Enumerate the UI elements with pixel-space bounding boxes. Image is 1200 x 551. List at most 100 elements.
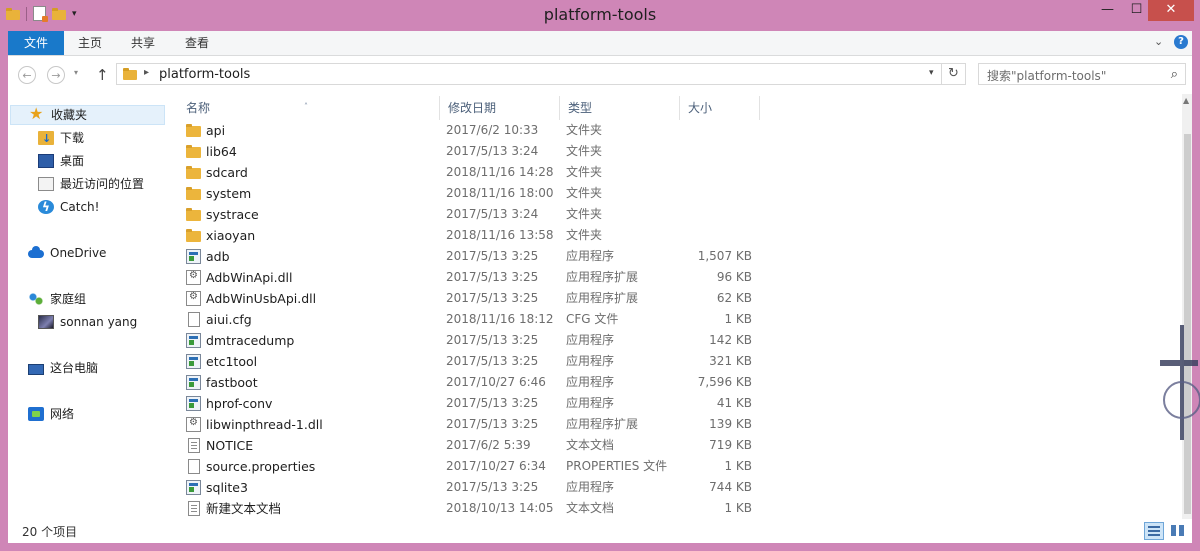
file-name: api: [206, 123, 226, 138]
dll-icon: [186, 291, 201, 306]
nav-item-label: 下载: [60, 131, 85, 145]
exe-icon: [186, 375, 201, 390]
file-row[interactable]: lib64 2017/5/13 3:24 文件夹: [178, 141, 768, 162]
file-row[interactable]: fastboot 2017/10/27 6:46 应用程序 7,596 KB: [178, 372, 768, 393]
tab-home[interactable]: 主页: [64, 31, 116, 55]
file-size: 1 KB: [724, 459, 752, 473]
back-button[interactable]: ←: [18, 66, 36, 84]
file-row[interactable]: sdcard 2018/11/16 14:28 文件夹: [178, 162, 768, 183]
file-date: 2018/11/16 18:00: [446, 186, 554, 200]
file-row[interactable]: systrace 2017/5/13 3:24 文件夹: [178, 204, 768, 225]
file-type: 文件夹: [566, 144, 603, 158]
file-row[interactable]: etc1tool 2017/5/13 3:25 应用程序 321 KB: [178, 351, 768, 372]
this-pc-icon: [28, 363, 44, 375]
file-row[interactable]: system 2018/11/16 18:00 文件夹: [178, 183, 768, 204]
file-name: AdbWinUsbApi.dll: [206, 291, 317, 306]
file-row[interactable]: sqlite3 2017/5/13 3:25 应用程序 744 KB: [178, 477, 768, 498]
address-history-icon[interactable]: ▾: [929, 68, 934, 78]
file-date: 2017/5/13 3:25: [446, 354, 539, 368]
scroll-up-icon[interactable]: ▲: [1183, 96, 1189, 105]
user-avatar-icon: [38, 315, 54, 329]
file-type: 文本文档: [566, 438, 615, 452]
file-row[interactable]: AdbWinUsbApi.dll 2017/5/13 3:25 应用程序扩展 62 K…: [178, 288, 768, 309]
nav-item-recent-places[interactable]: 最近访问的位置: [38, 174, 144, 194]
file-row[interactable]: 新建文本文档 2018/10/13 14:05 文本文档 1 KB: [178, 498, 768, 519]
file-name: libwinpthread-1.dll: [206, 417, 323, 432]
desktop-icon: [38, 154, 54, 168]
close-button[interactable]: ✕: [1148, 0, 1194, 21]
star-icon: [29, 104, 45, 124]
maximize-button[interactable]: ☐: [1123, 0, 1150, 21]
up-button[interactable]: ↑: [96, 66, 109, 84]
file-row[interactable]: adb 2017/5/13 3:25 应用程序 1,507 KB: [178, 246, 768, 267]
column-header-name[interactable]: 名称 ˄: [178, 96, 440, 120]
minimize-button[interactable]: —: [1094, 0, 1121, 21]
file-name: aiui.cfg: [206, 312, 252, 327]
download-folder-icon: [38, 129, 54, 149]
file-row[interactable]: aiui.cfg 2018/11/16 18:12 CFG 文件 1 KB: [178, 309, 768, 330]
tab-file[interactable]: 文件: [8, 31, 64, 55]
dll-icon: [186, 417, 201, 432]
breadcrumb-chevron-icon[interactable]: ▸: [144, 67, 149, 78]
recent-locations-icon[interactable]: ▾: [74, 68, 78, 77]
nav-item-network[interactable]: 网络: [28, 404, 74, 424]
expand-ribbon-icon[interactable]: ⌄: [1154, 35, 1163, 48]
file-name: system: [206, 186, 252, 201]
file-row[interactable]: hprof-conv 2017/5/13 3:25 应用程序 41 KB: [178, 393, 768, 414]
nav-item-onedrive[interactable]: OneDrive: [28, 243, 106, 263]
file-date: 2018/10/13 14:05: [446, 501, 554, 515]
file-name: sqlite3: [206, 480, 248, 495]
nav-item-homegroup[interactable]: 家庭组: [28, 289, 86, 309]
tab-share[interactable]: 共享: [116, 31, 170, 55]
refresh-button[interactable]: ↻: [942, 63, 966, 85]
navigation-pane: 收藏夹 下载 桌面 最近访问的位置 Catch! OneDrive: [8, 94, 178, 519]
file-size: 321 KB: [709, 354, 752, 368]
file-type: 文件夹: [566, 123, 603, 137]
file-name: lib64: [206, 144, 237, 159]
file-size: [688, 120, 752, 141]
file-date: 2017/5/13 3:25: [446, 333, 539, 347]
file-row[interactable]: xiaoyan 2018/11/16 13:58 文件夹: [178, 225, 768, 246]
breadcrumb-platform-tools[interactable]: platform-tools: [159, 67, 250, 82]
forward-button[interactable]: →: [47, 66, 65, 84]
file-row[interactable]: source.properties 2017/10/27 6:34 PROPERTI…: [178, 456, 768, 477]
large-icons-view-button[interactable]: [1168, 522, 1188, 540]
address-bar[interactable]: ▸ platform-tools ▾: [116, 63, 942, 85]
ribbon-tabs: 文件 主页 共享 查看 ⌄ ?: [8, 31, 1192, 56]
file-row[interactable]: libwinpthread-1.dll 2017/5/13 3:25 应用程序扩展 1…: [178, 414, 768, 435]
nav-item-label: Catch!: [60, 200, 100, 214]
column-header-size[interactable]: 大小: [680, 96, 760, 120]
search-input[interactable]: 搜索"platform-tools" ⌕: [978, 63, 1186, 85]
file-type: 文件夹: [566, 165, 603, 179]
homegroup-icon: [28, 292, 44, 306]
file-size: 1 KB: [724, 501, 752, 515]
nav-item-label: 网络: [50, 407, 75, 421]
nav-item-desktop[interactable]: 桌面: [38, 151, 84, 171]
file-date: 2017/5/13 3:24: [446, 144, 539, 158]
tab-view[interactable]: 查看: [170, 31, 224, 55]
file-name: sdcard: [206, 165, 248, 180]
network-icon: [28, 407, 44, 421]
file-date: 2017/5/13 3:25: [446, 417, 539, 431]
details-view-button[interactable]: [1144, 522, 1164, 540]
nav-item-downloads[interactable]: 下载: [38, 128, 85, 149]
file-date: 2017/6/2 5:39: [446, 438, 531, 452]
onedrive-cloud-icon: [28, 246, 44, 260]
nav-item-label: 桌面: [60, 154, 85, 168]
file-type: 文件夹: [566, 228, 603, 242]
nav-item-catch[interactable]: Catch!: [38, 197, 99, 217]
column-header-date[interactable]: 修改日期: [440, 96, 560, 120]
file-name: dmtracedump: [206, 333, 295, 348]
nav-item-favorites[interactable]: 收藏夹: [10, 104, 165, 125]
file-row[interactable]: dmtracedump 2017/5/13 3:25 应用程序 142 KB: [178, 330, 768, 351]
file-date: 2017/5/13 3:24: [446, 207, 539, 221]
file-row[interactable]: AdbWinApi.dll 2017/5/13 3:25 应用程序扩展 96 KB: [178, 267, 768, 288]
file-row[interactable]: api 2017/6/2 10:33 文件夹: [178, 120, 768, 141]
column-header-type[interactable]: 类型: [560, 96, 680, 120]
file-row[interactable]: NOTICE 2017/6/2 5:39 文本文档 719 KB: [178, 435, 768, 456]
title-bar[interactable]: ▾ platform-tools — ☐ ✕: [0, 0, 1200, 31]
nav-item-this-pc[interactable]: 这台电脑: [28, 358, 98, 378]
nav-item-user[interactable]: sonnan yang: [38, 312, 137, 332]
help-icon[interactable]: ?: [1174, 35, 1188, 49]
search-icon[interactable]: ⌕: [1171, 67, 1178, 82]
